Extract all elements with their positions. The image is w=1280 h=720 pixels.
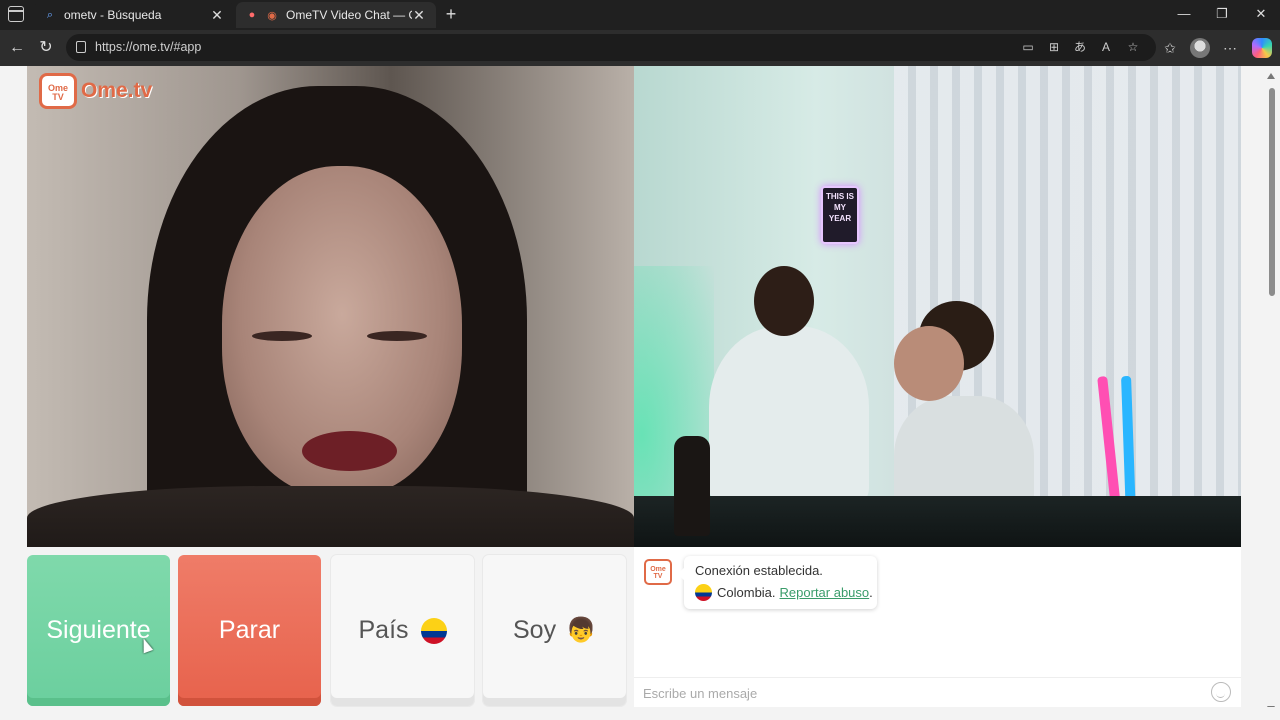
system-message: Conexión establecida. Colombia. Reportar… <box>677 556 877 609</box>
next-button[interactable]: Siguiente <box>27 555 170 706</box>
message-text: Conexión establecida. <box>695 563 823 578</box>
read-aloud-icon[interactable]: A <box>1099 40 1113 54</box>
colombia-flag-icon <box>420 617 447 644</box>
camera-icon[interactable]: ▭ <box>1021 40 1035 54</box>
tab-actions-icon[interactable] <box>8 6 24 22</box>
close-tab-icon[interactable]: ✕ <box>412 7 426 24</box>
colombia-flag-icon <box>695 584 712 601</box>
self-video: THIS IS MY YEAR <box>634 66 1241 547</box>
stop-button[interactable]: Parar <box>178 555 321 706</box>
boy-emoji-icon: 👦 <box>566 617 596 644</box>
country-button[interactable]: País <box>331 555 474 706</box>
record-icon: ● <box>248 9 256 21</box>
new-tab-icon[interactable]: + <box>442 5 460 23</box>
close-tab-icon[interactable]: ✕ <box>210 7 224 24</box>
ometv-logo: Ome TV Ome.tv <box>39 72 152 110</box>
tab-title: OmeTV Video Chat — Omeg <box>286 8 412 22</box>
translate-icon[interactable]: あ <box>1073 40 1087 54</box>
address-toolbar: ← ↻ https://ome.tv/#app ▭ ⊞ あ A ☆ ✩ ⋯ <box>0 30 1280 66</box>
neon-sign: THIS IS MY YEAR <box>821 186 859 244</box>
tab-search[interactable]: ⌕ ometv - Búsqueda ✕ <box>34 2 234 28</box>
favorites-icon[interactable]: ✩ <box>1161 39 1179 57</box>
scroll-up-icon[interactable] <box>1267 73 1275 79</box>
maximize-icon[interactable]: ❐ <box>1212 6 1232 22</box>
favorite-star-icon[interactable]: ☆ <box>1126 40 1140 54</box>
close-window-icon[interactable]: ✕ <box>1251 6 1271 22</box>
report-suffix: . <box>869 585 873 600</box>
minimize-icon[interactable]: — <box>1174 6 1194 21</box>
ometv-favicon: ◉ <box>267 9 277 22</box>
profile-avatar-icon[interactable] <box>1190 38 1210 58</box>
tab-title: ometv - Búsqueda <box>64 8 162 22</box>
gender-button[interactable]: Soy 👦 <box>483 555 626 706</box>
more-options-icon[interactable]: ⋯ <box>1221 39 1239 57</box>
report-abuse-link[interactable]: Reportar abuso <box>780 585 870 600</box>
scrollbar[interactable] <box>1262 66 1280 720</box>
apps-icon[interactable]: ⊞ <box>1047 40 1061 54</box>
back-arrow-icon[interactable]: ← <box>8 39 26 57</box>
tab-ometv[interactable]: ● ◉ OmeTV Video Chat — Omeg ✕ <box>236 2 436 28</box>
browser-tab-bar: ⌕ ometv - Búsqueda ✕ ● ◉ OmeTV Video Cha… <box>0 0 1280 30</box>
logo-text: Ome.tv <box>81 79 153 102</box>
address-bar[interactable]: https://ome.tv/#app ▭ ⊞ あ A ☆ <box>66 34 1156 61</box>
copilot-icon[interactable] <box>1252 38 1272 58</box>
page-bottom-strip <box>0 707 1280 720</box>
reload-icon[interactable]: ↻ <box>37 39 55 57</box>
message-composer <box>634 677 1241 707</box>
stranger-video <box>27 66 634 547</box>
emoji-smile-icon[interactable] <box>1211 682 1231 702</box>
scroll-thumb[interactable] <box>1269 88 1275 296</box>
country-text: Colombia. <box>717 585 776 600</box>
url-text[interactable]: https://ome.tv/#app <box>95 40 201 54</box>
lock-icon <box>76 41 86 53</box>
message-input[interactable] <box>643 684 1183 702</box>
search-icon: ⌕ <box>46 8 54 21</box>
tv-logo-icon: Ome TV <box>39 73 77 109</box>
tv-logo-icon: Ome TV <box>644 559 672 585</box>
